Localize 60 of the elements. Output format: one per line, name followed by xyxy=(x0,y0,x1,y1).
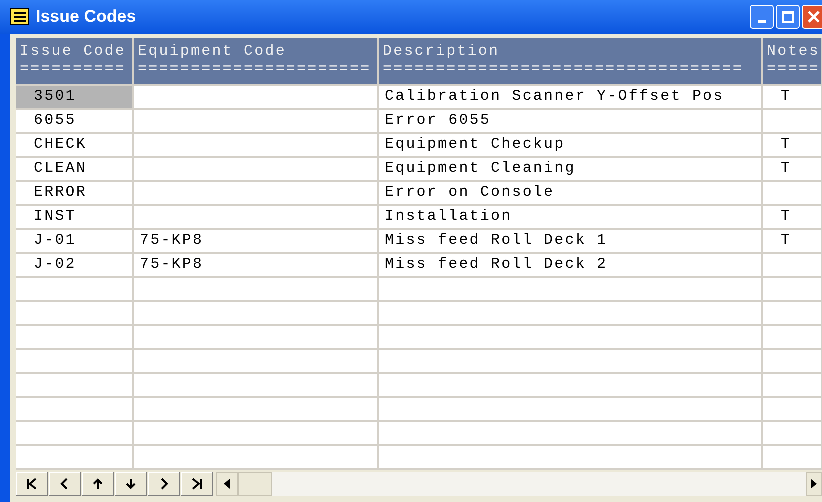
minimize-icon xyxy=(758,20,766,23)
table-icon xyxy=(10,8,30,26)
navigation-button[interactable] xyxy=(49,472,81,496)
table-cell: Equipment Checkup xyxy=(379,134,763,158)
table-cell: 3501 xyxy=(16,86,134,110)
arrow-icon xyxy=(124,477,138,491)
table-cell xyxy=(763,398,822,422)
right-arrow-icon xyxy=(811,479,817,489)
scroll-left-button[interactable] xyxy=(216,472,238,496)
table-cell: Installation xyxy=(379,206,763,230)
table-cell: Miss feed Roll Deck 2 xyxy=(379,254,763,278)
table-cell: Error 6055 xyxy=(379,110,763,134)
table-cell: Miss feed Roll Deck 1 xyxy=(379,230,763,254)
table-cell: 75-KP8 xyxy=(134,230,379,254)
column-header[interactable]: Issue Code ========== xyxy=(16,38,134,86)
column-header[interactable]: Equipment Code ====================== xyxy=(134,38,379,86)
table-cell: T xyxy=(763,86,822,110)
chevron-icon xyxy=(25,477,39,491)
navigation-button[interactable] xyxy=(16,472,48,496)
table-cell: 6055 xyxy=(16,110,134,134)
table-cell: Calibration Scanner Y-Offset Pos xyxy=(379,86,763,110)
arrow-icon xyxy=(91,477,105,491)
table-cell: T xyxy=(763,206,822,230)
table-cell: Error on Console xyxy=(379,182,763,206)
minimize-button[interactable] xyxy=(750,5,774,29)
table-cell: T xyxy=(763,158,822,182)
table-cell xyxy=(763,374,822,398)
table-cell: T xyxy=(763,230,822,254)
table-cell xyxy=(763,302,822,326)
chevron-icon xyxy=(190,477,204,491)
column-header[interactable]: Notes ===== xyxy=(763,38,822,86)
table-cell xyxy=(763,326,822,350)
close-button[interactable] xyxy=(802,5,822,29)
table-cell: 75-KP8 xyxy=(134,254,379,278)
table-cell: J-02 xyxy=(16,254,134,278)
scroll-right-button[interactable] xyxy=(806,472,822,496)
column-header[interactable]: Description ================================== xyxy=(379,38,763,86)
table-cell: Equipment Cleaning xyxy=(379,158,763,182)
table-cell: ERROR xyxy=(16,182,134,206)
table-cell xyxy=(763,350,822,374)
table-cell xyxy=(763,110,822,134)
table-cell: J-01 xyxy=(16,230,134,254)
table-cell xyxy=(763,422,822,446)
table-cell: INST xyxy=(16,206,134,230)
maximize-button[interactable] xyxy=(776,5,800,29)
table-cell: T xyxy=(763,134,822,158)
close-icon xyxy=(808,11,820,23)
horizontal-scrollbar[interactable] xyxy=(216,472,822,496)
left-arrow-icon xyxy=(224,479,230,489)
navigation-button[interactable] xyxy=(82,472,114,496)
navigation-button[interactable] xyxy=(148,472,180,496)
window-title: Issue Codes xyxy=(36,6,136,28)
table-cell xyxy=(763,182,822,206)
navigation-button[interactable] xyxy=(115,472,147,496)
navigation-button[interactable] xyxy=(181,472,213,496)
table-cell: CLEAN xyxy=(16,158,134,182)
table-cell xyxy=(763,278,822,302)
table-cell: CHECK xyxy=(16,134,134,158)
scroll-thumb[interactable] xyxy=(238,472,272,496)
maximize-icon xyxy=(782,11,794,23)
